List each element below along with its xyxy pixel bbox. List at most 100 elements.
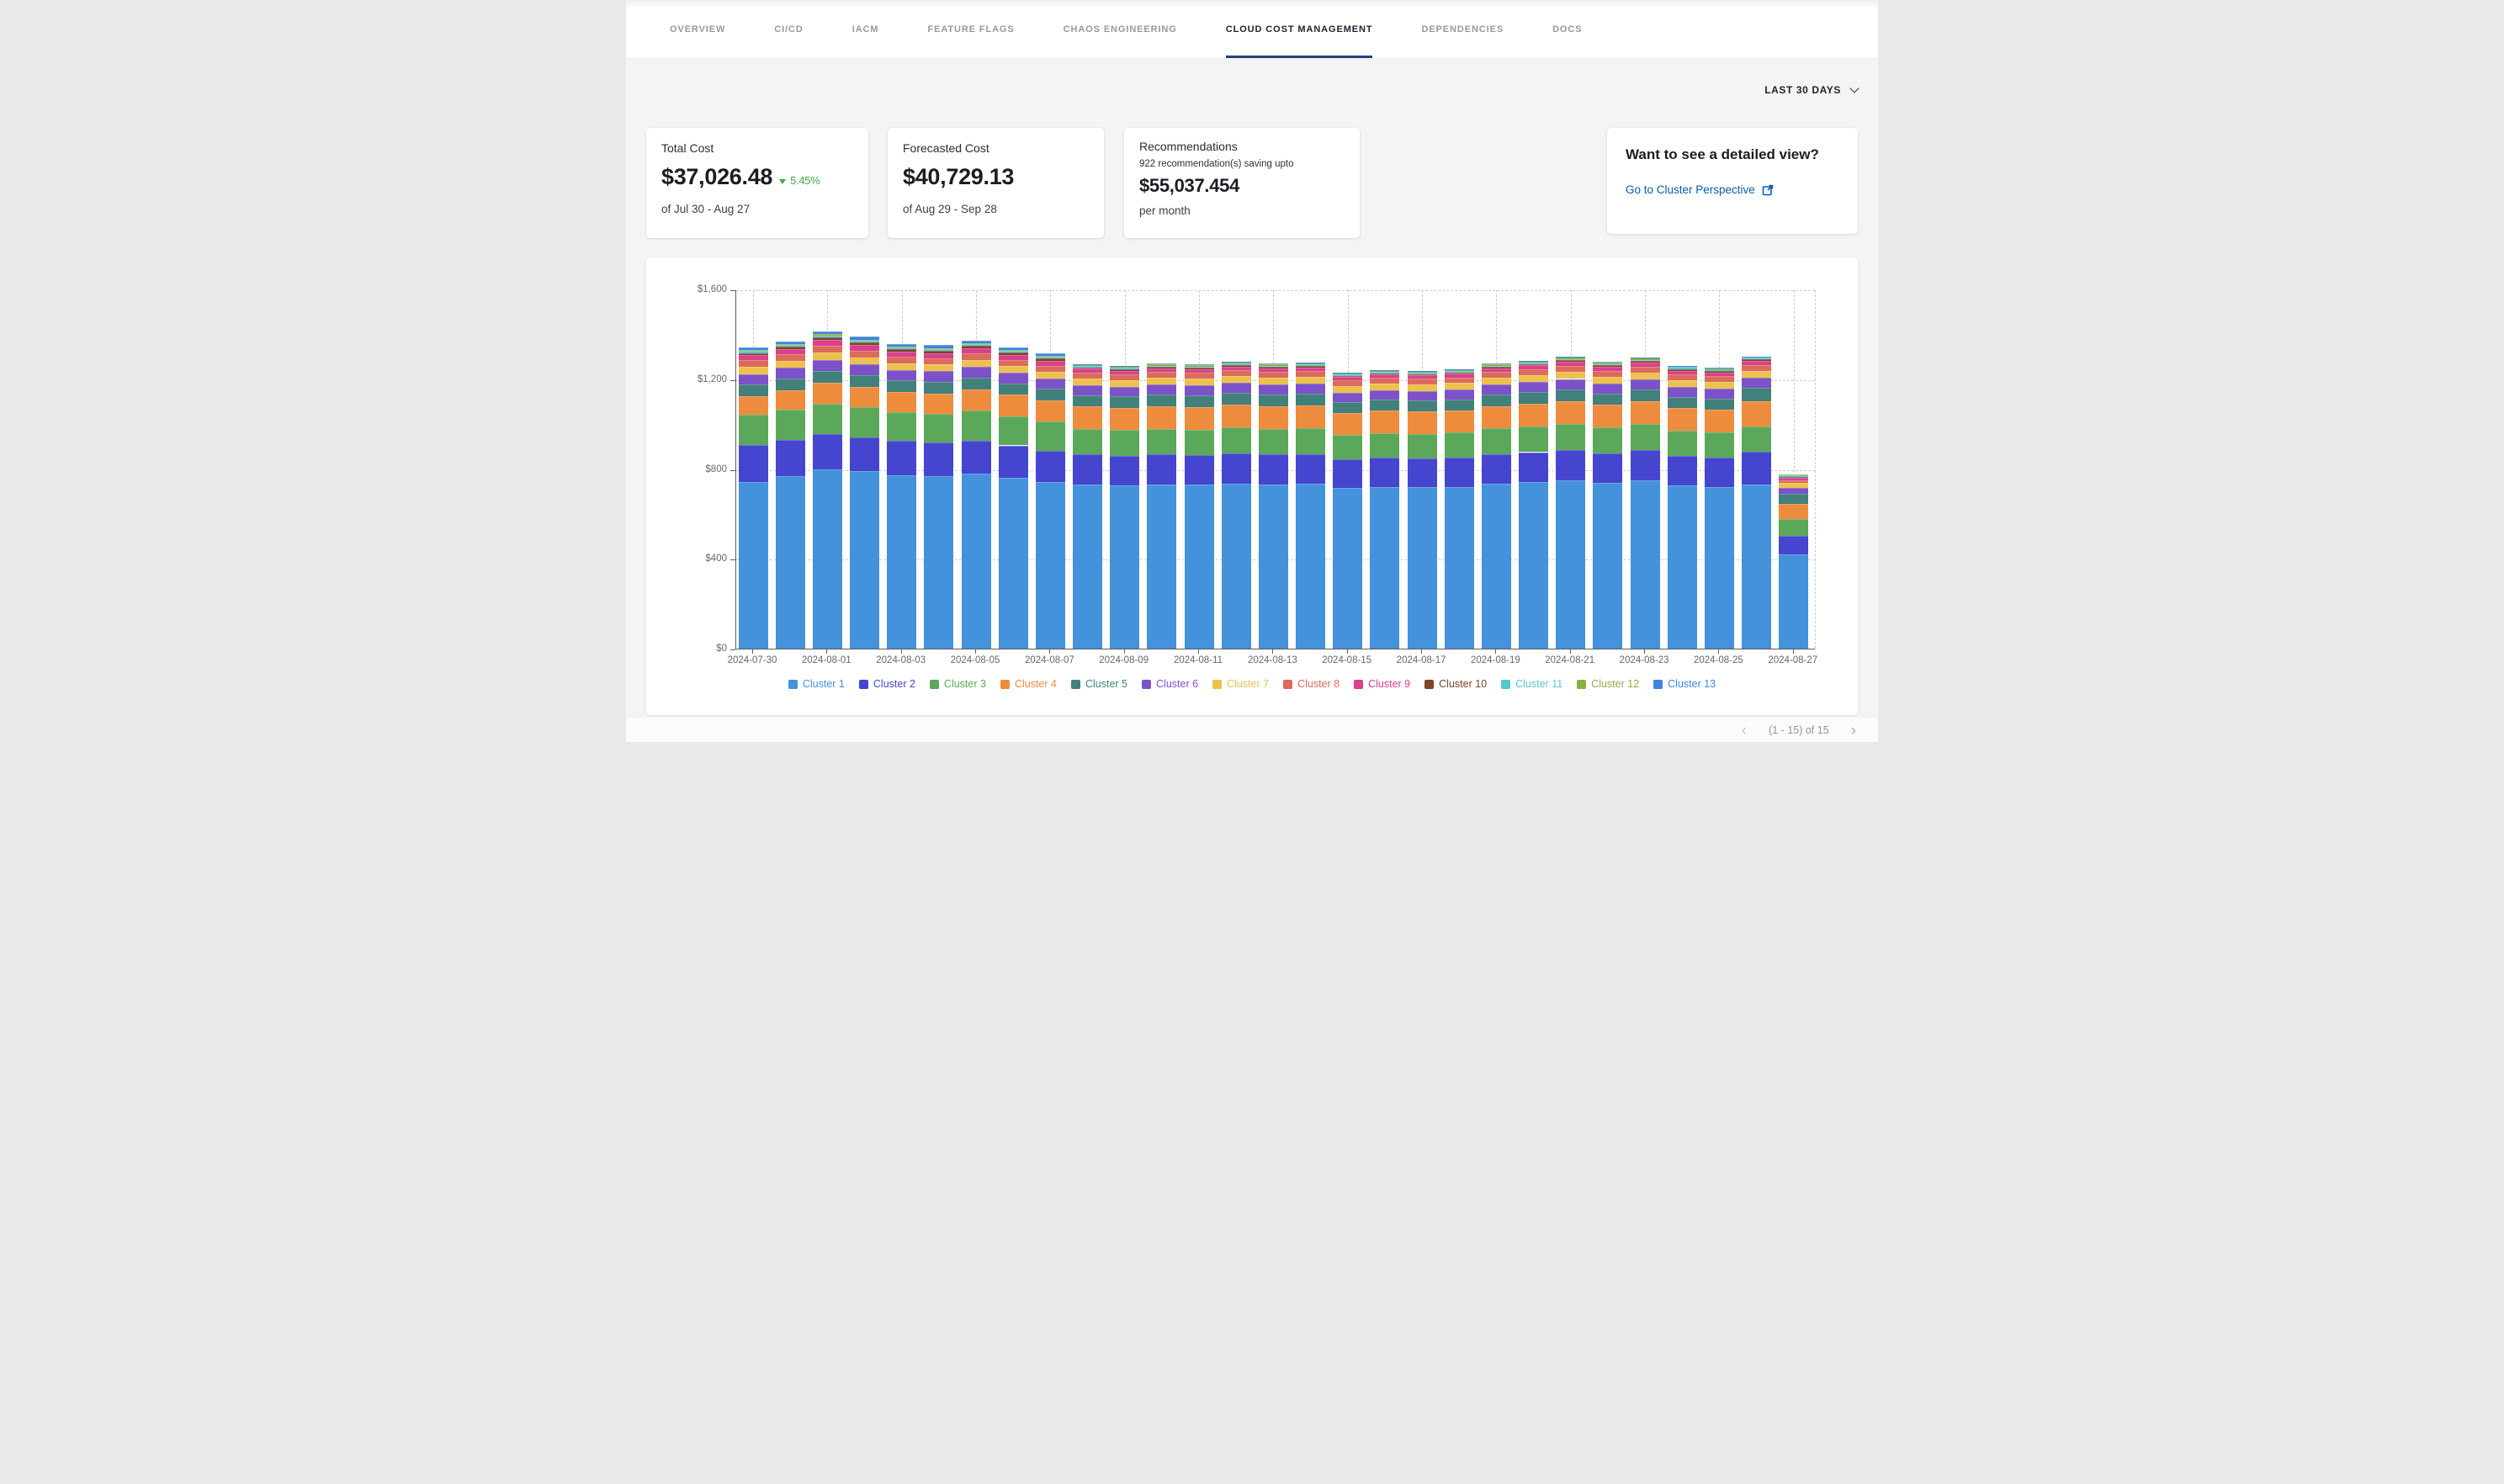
segment-cluster-6[interactable] (887, 370, 916, 380)
segment-cluster-5[interactable] (962, 378, 991, 390)
segment-cluster-6[interactable] (1222, 383, 1251, 393)
segment-cluster-4[interactable] (813, 383, 842, 404)
segment-cluster-8[interactable] (1742, 365, 1771, 371)
segment-cluster-10[interactable] (924, 351, 953, 353)
segment-cluster-1[interactable] (813, 469, 842, 649)
segment-cluster-8[interactable] (1556, 366, 1585, 372)
segment-cluster-11[interactable] (999, 351, 1028, 352)
segment-cluster-12[interactable] (1556, 357, 1585, 358)
bar-2024-08-25[interactable] (1705, 289, 1734, 649)
segment-cluster-6[interactable] (1185, 385, 1214, 395)
segment-cluster-5[interactable] (1147, 395, 1176, 405)
bar-2024-08-14[interactable] (1296, 289, 1325, 649)
segment-cluster-10[interactable] (1296, 366, 1325, 368)
segment-cluster-12[interactable] (1519, 361, 1548, 363)
segment-cluster-8[interactable] (1333, 380, 1362, 385)
segment-cluster-2[interactable] (1408, 458, 1437, 487)
segment-cluster-12[interactable] (1631, 358, 1660, 359)
segment-cluster-1[interactable] (1779, 554, 1808, 649)
tab-iacm[interactable]: IACM (852, 0, 879, 58)
segment-cluster-9[interactable] (1556, 362, 1585, 366)
segment-cluster-10[interactable] (1668, 369, 1697, 371)
segment-cluster-12[interactable] (999, 350, 1028, 351)
segment-cluster-9[interactable] (1668, 371, 1697, 374)
segment-cluster-9[interactable] (1593, 367, 1622, 371)
segment-cluster-1[interactable] (1705, 487, 1734, 649)
bar-2024-07-31[interactable] (776, 289, 805, 649)
segment-cluster-1[interactable] (1668, 485, 1697, 649)
segment-cluster-3[interactable] (850, 407, 879, 437)
segment-cluster-12[interactable] (1110, 366, 1139, 368)
segment-cluster-2[interactable] (1110, 456, 1139, 485)
segment-cluster-10[interactable] (1036, 358, 1065, 361)
segment-cluster-11[interactable] (1593, 364, 1622, 365)
segment-cluster-11[interactable] (1185, 367, 1214, 368)
segment-cluster-5[interactable] (1333, 402, 1362, 413)
bar-2024-08-07[interactable] (1036, 289, 1065, 649)
segment-cluster-11[interactable] (1482, 366, 1511, 367)
bar-2024-08-02[interactable] (850, 289, 879, 649)
segment-cluster-2[interactable] (1222, 453, 1251, 484)
segment-cluster-12[interactable] (1668, 366, 1697, 367)
pagination-next-button[interactable]: › (1851, 723, 1856, 739)
segment-cluster-13[interactable] (776, 342, 805, 344)
bar-2024-08-06[interactable] (999, 289, 1028, 649)
segment-cluster-11[interactable] (1333, 374, 1362, 375)
segment-cluster-7[interactable] (1185, 379, 1214, 385)
segment-cluster-3[interactable] (1222, 427, 1251, 453)
segment-cluster-7[interactable] (1742, 371, 1771, 377)
segment-cluster-12[interactable] (1185, 365, 1214, 367)
segment-cluster-1[interactable] (850, 471, 879, 649)
segment-cluster-1[interactable] (776, 476, 805, 649)
cluster-perspective-link[interactable]: Go to Cluster Perspective (1626, 183, 1839, 196)
bar-2024-08-03[interactable] (887, 289, 916, 649)
bar-2024-08-01[interactable] (813, 289, 842, 649)
segment-cluster-11[interactable] (1147, 366, 1176, 367)
segment-cluster-6[interactable] (1408, 391, 1437, 400)
segment-cluster-4[interactable] (924, 394, 953, 414)
segment-cluster-1[interactable] (1556, 480, 1585, 649)
segment-cluster-10[interactable] (850, 342, 879, 345)
segment-cluster-8[interactable] (887, 357, 916, 363)
segment-cluster-7[interactable] (1519, 375, 1548, 382)
segment-cluster-10[interactable] (1222, 365, 1251, 367)
legend-item-cluster-9[interactable]: Cluster 9 (1354, 678, 1410, 690)
segment-cluster-6[interactable] (1147, 384, 1176, 395)
segment-cluster-8[interactable] (1408, 379, 1437, 384)
segment-cluster-9[interactable] (1779, 478, 1808, 480)
segment-cluster-8[interactable] (1668, 374, 1697, 380)
segment-cluster-1[interactable] (1333, 488, 1362, 649)
segment-cluster-11[interactable] (1036, 357, 1065, 358)
segment-cluster-10[interactable] (1259, 367, 1288, 368)
segment-cluster-2[interactable] (739, 445, 768, 482)
segment-cluster-3[interactable] (1779, 519, 1808, 536)
segment-cluster-7[interactable] (1631, 373, 1660, 379)
segment-cluster-5[interactable] (999, 384, 1028, 395)
segment-cluster-6[interactable] (1742, 378, 1771, 389)
segment-cluster-8[interactable] (850, 351, 879, 358)
segment-cluster-7[interactable] (850, 358, 879, 365)
legend-item-cluster-8[interactable]: Cluster 8 (1283, 678, 1340, 690)
segment-cluster-6[interactable] (1556, 379, 1585, 390)
segment-cluster-8[interactable] (1259, 372, 1288, 378)
segment-cluster-7[interactable] (1259, 378, 1288, 384)
bar-2024-08-21[interactable] (1556, 289, 1585, 649)
segment-cluster-5[interactable] (1296, 394, 1325, 405)
segment-cluster-2[interactable] (1556, 450, 1585, 480)
segment-cluster-12[interactable] (962, 343, 991, 344)
segment-cluster-5[interactable] (1370, 400, 1399, 411)
segment-cluster-10[interactable] (1185, 368, 1214, 369)
segment-cluster-5[interactable] (1593, 394, 1622, 405)
segment-cluster-8[interactable] (1036, 366, 1065, 372)
segment-cluster-8[interactable] (1073, 373, 1102, 379)
segment-cluster-11[interactable] (739, 351, 768, 352)
segment-cluster-9[interactable] (1185, 369, 1214, 373)
segment-cluster-13[interactable] (739, 347, 768, 350)
segment-cluster-11[interactable] (776, 345, 805, 347)
segment-cluster-11[interactable] (1370, 372, 1399, 373)
segment-cluster-1[interactable] (999, 478, 1028, 649)
segment-cluster-8[interactable] (1705, 376, 1734, 382)
bar-2024-08-26[interactable] (1742, 289, 1771, 649)
bar-2024-08-19[interactable] (1482, 289, 1511, 649)
segment-cluster-3[interactable] (813, 404, 842, 434)
